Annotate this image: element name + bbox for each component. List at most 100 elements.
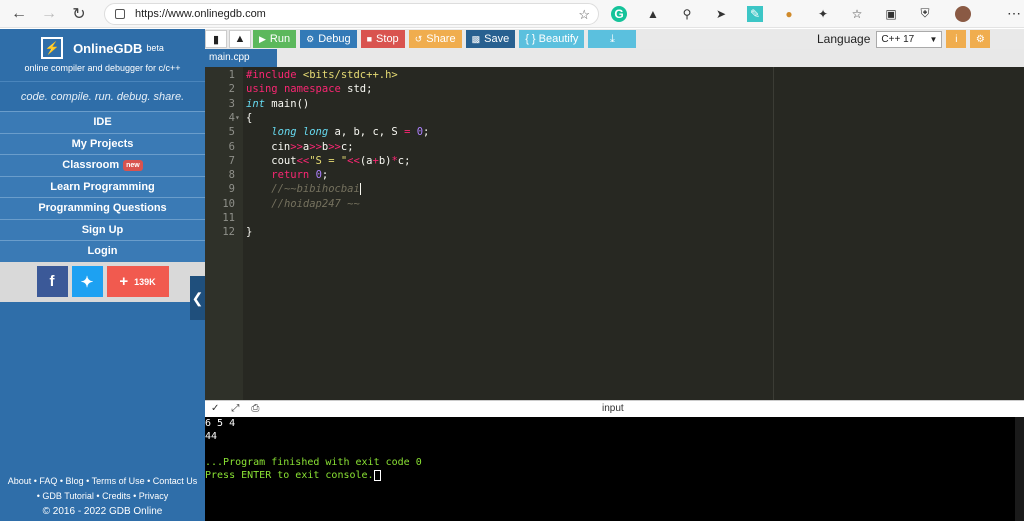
expand-icon[interactable]: ⤢ [231,403,239,414]
code-line: 6 cin>>a>>b>>c; [205,140,1024,154]
sidebar-item-programming-questions[interactable]: Programming Questions [0,197,205,219]
refresh-icon[interactable]: ↻ [68,3,90,25]
line-number: 3 [228,97,235,110]
share-count: 139K [134,276,156,287]
sidebar-item-classroom[interactable]: Classroom new [0,154,205,176]
address-bar[interactable]: https://www.onlinegdb.com ☆ [104,2,599,25]
sidebar-footer: About • FAQ • Blog • Terms of Use • Cont… [0,474,205,521]
social-bar: f ✦ +139K [0,261,205,302]
avatar[interactable] [955,5,971,22]
search-icon[interactable]: ⚲ [679,6,695,22]
shield-icon[interactable]: ⛨ [917,6,933,22]
beautify-button[interactable]: { } Beautify [519,30,585,48]
plus-icon: + [119,273,129,290]
tagline: code. compile. run. debug. share. [0,81,205,111]
sidebar-item-ide[interactable]: IDE [0,111,205,133]
browser-toolbar: ← → ↻ https://www.onlinegdb.com ☆ G ▲ ⚲ … [0,0,1024,28]
fold-icon[interactable]: ▾ [235,111,240,125]
console-cursor [373,469,381,481]
language-label: Language [817,32,871,46]
puzzle-icon[interactable]: ✦ [815,6,831,22]
console-line: Press ENTER to exit console. [205,470,374,481]
line-number: 10 [222,197,235,210]
forward-icon[interactable]: → [38,3,60,25]
line-number: 12 [222,226,235,239]
twitter-icon[interactable]: ✦ [71,266,103,297]
run-label: Run [269,33,291,45]
info-icon[interactable]: i [946,30,967,48]
chevron-down-icon[interactable]: ✓ [211,403,219,414]
line-number: 11 [222,212,235,224]
language-select[interactable]: C++ 17 ▼ [876,30,943,48]
logo-icon: ⚡ [41,37,64,59]
code-line: 11 [205,211,1024,225]
console-label[interactable]: input [602,403,624,414]
brand-beta: beta [146,43,164,53]
download-icon[interactable]: ⤓ [588,30,637,48]
extension-icon[interactable]: ▲ [645,6,661,22]
language-selector: Language C++ 17 ▼ i ⚙ [817,29,991,49]
stop-icon: ■ [366,34,373,44]
sidebar-item-label: Classroom [62,159,120,171]
console-scrollbar[interactable] [1015,417,1024,521]
share-label: Share [426,33,456,45]
language-value: C++ 17 [881,33,915,45]
collapse-sidebar-icon[interactable]: ❮ [190,276,205,320]
toolbar: ▮ ▲ ▶ Run ⚙ Debug ■ Stop ↺ Share ▩ Save { } B… [205,29,1024,49]
code-line: 2 using namespace std; [205,82,1024,96]
extensions-bar: G ▲ ⚲ ➤ ✎ ● ✦ ☆ ▣ ⛨ [611,5,989,22]
back-icon[interactable]: ← [8,3,30,25]
footer-links-2[interactable]: • GDB Tutorial • Credits • Privacy [0,489,205,504]
sidebar-item-sign-up[interactable]: Sign Up [0,218,205,240]
line-number: 8 [228,169,235,182]
sidebar-item-login[interactable]: Login [0,240,205,262]
gear-icon[interactable]: ⚙ [970,30,991,48]
lock-icon [115,8,125,19]
share-button[interactable]: ↺ Share [408,30,462,48]
save-button[interactable]: ▩ Save [465,30,516,48]
code-line: 4 ▾{ [205,111,1024,125]
pen-icon[interactable]: ✎ [747,5,763,22]
brand: ⚡ OnlineGDB beta online compiler and deb… [0,29,205,81]
line-number: 4 [228,111,235,124]
more-icon[interactable]: ⋯ [1007,5,1021,22]
code-line: 1 #include <bits/stdc++.h> [205,68,1024,82]
tab-main-cpp[interactable]: main.cpp [205,49,277,67]
grammarly-icon[interactable]: G [611,5,627,22]
facebook-icon[interactable]: f [36,266,68,297]
console-line: 44 [205,431,218,442]
debug-label: Debug [318,33,351,45]
debug-button[interactable]: ⚙ Debug [300,30,357,48]
copy-icon[interactable]: ⎙ [251,403,259,414]
code-line: 12} [205,225,1024,239]
stop-button[interactable]: ■ Stop [360,30,405,48]
code-line: 10 //hoidap247 ~~ [205,197,1024,211]
sidebar-item-my-projects[interactable]: My Projects [0,132,205,154]
console-line: 6 5 4 [205,418,236,429]
upload-icon[interactable]: ▲ [229,30,251,48]
share-icon: ↺ [414,33,423,44]
favorite-icon[interactable]: ☆ [578,7,590,23]
code-editor[interactable]: 1 #include <bits/stdc++.h> 2 using namespa… [205,67,1024,400]
debug-icon: ⚙ [306,33,315,44]
collections-icon[interactable]: ▣ [883,6,899,22]
cursor-icon[interactable]: ➤ [713,6,729,22]
new-badge: new [123,159,143,171]
footer-links[interactable]: About • FAQ • Blog • Terms of Use • Cont… [0,474,205,489]
brand-name[interactable]: OnlineGDB [73,41,142,56]
code-line: 3 int main() [205,97,1024,111]
line-number: 6 [228,140,235,153]
share-plus-button[interactable]: +139K [106,266,169,297]
run-button[interactable]: ▶ Run [253,30,297,48]
chevron-down-icon: ▼ [929,34,938,44]
new-file-icon[interactable]: ▮ [205,30,227,48]
copyright: © 2016 - 2022 GDB Online [42,506,163,517]
cookie-icon[interactable]: ● [781,6,797,22]
console-output[interactable]: 6 5 4 44 ...Program finished with exit c… [205,417,1024,521]
favorites-icon[interactable]: ☆ [849,6,865,22]
sidebar-item-learn-programming[interactable]: Learn Programming [0,175,205,197]
console-header: ✓ ⤢ ⎙ input [205,400,1024,417]
line-number: 5 [228,126,235,139]
url-text: https://www.onlinegdb.com [135,7,266,20]
